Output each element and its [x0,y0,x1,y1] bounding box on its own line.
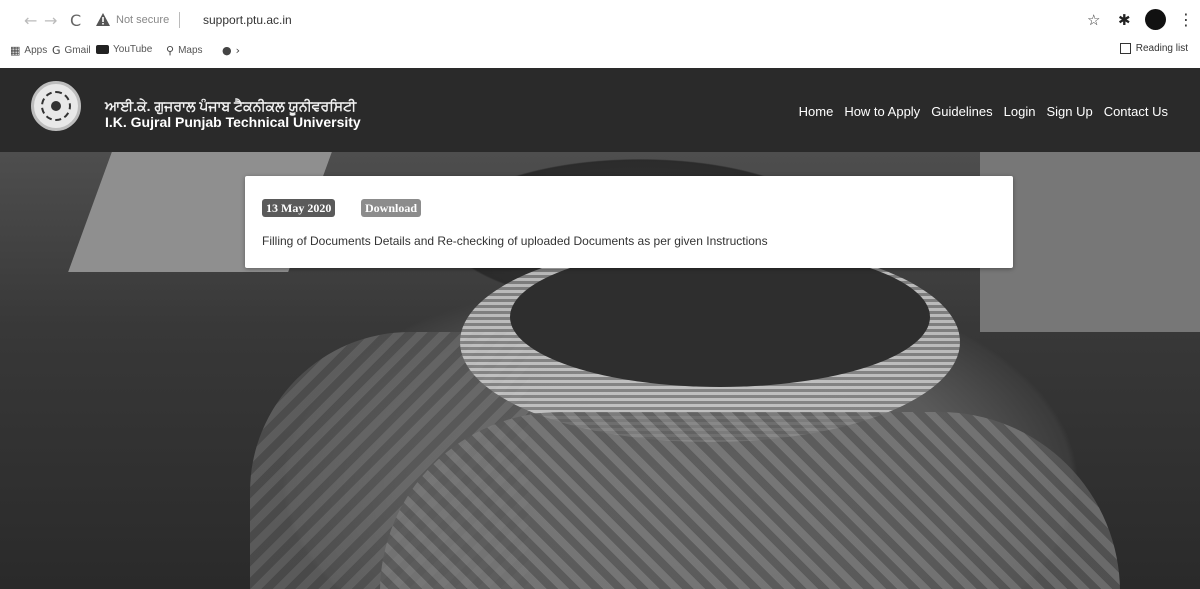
forward-arrow-icon[interactable]: → [44,11,57,30]
site-header: ਆਈ.ਕੇ. ਗੁਜਰਾਲ ਪੰਜਾਬ ਟੈਕਨੀਕਲ ਯੂਨੀਵਰਸਿਟੀ I… [0,68,1200,152]
bookmark-youtube-label: YouTube [113,44,153,55]
university-name-gurmukhi: ਆਈ.ਕੇ. ਗੁਜਰਾਲ ਪੰਜਾਬ ਟੈਕਨੀਕਲ ਯੂਨੀਵਰਸਿਟੀ [105,98,357,114]
notice-text: Filling of Documents Details and Re-chec… [262,234,768,248]
gmail-icon: G [52,44,61,57]
address-bar-row: ← → C Not secure support.ptu.ac.in ☆ ✱ ⋮ [0,6,1200,36]
address-separator [179,12,180,28]
extensions-puzzle-icon[interactable]: ✱ [1118,11,1131,29]
reading-list-label: Reading list [1135,43,1188,54]
nav-home[interactable]: Home [799,104,834,119]
back-arrow-icon[interactable]: ← [24,11,37,30]
more-chevron-icon: › [235,44,241,57]
bookmark-maps[interactable]: ⚲ Maps [166,44,203,57]
bookmarks-bar: ▦ Apps G Gmail YouTube ⚲ Maps ● › Readin… [0,40,1200,62]
url-field[interactable]: support.ptu.ac.in [203,13,292,27]
maps-pin-icon: ⚲ [166,44,175,57]
security-label[interactable]: Not secure [116,14,169,26]
bookmark-gmail-label: Gmail [64,45,91,56]
bookmark-star-icon[interactable]: ☆ [1087,11,1100,29]
nav-contact-us[interactable]: Contact Us [1104,104,1168,119]
nav-guidelines[interactable]: Guidelines [931,104,992,119]
nav-how-to-apply[interactable]: How to Apply [844,104,920,119]
university-name: I.K. Gujral Punjab Technical University [105,114,361,130]
apps-grid-icon: ▦ [10,44,21,57]
reload-icon[interactable]: C [70,11,81,30]
reading-list-button[interactable]: Reading list [1119,43,1188,54]
notice-card: 13 May 2020 Download Filling of Document… [245,176,1013,268]
main-nav: Home How to Apply Guidelines Login Sign … [799,104,1168,119]
bookmark-maps-label: Maps [178,45,203,56]
bookmark-more[interactable]: ● › [222,44,240,57]
nav-login[interactable]: Login [1004,104,1036,119]
notice-date-badge: 13 May 2020 [262,199,336,217]
hero-lawn-right [980,152,1200,332]
logo-core [51,101,61,111]
bookmark-apps-label: Apps [24,45,48,56]
reading-list-icon [1119,43,1131,54]
browser-menu-icon[interactable]: ⋮ [1178,10,1194,29]
globe-icon: ● [222,44,232,57]
hero-plaza [380,412,1120,589]
download-button[interactable]: Download [361,199,422,217]
browser-chrome: ← → C Not secure support.ptu.ac.in ☆ ✱ ⋮… [0,0,1200,68]
warning-icon[interactable] [96,13,110,26]
youtube-icon [96,45,109,54]
bookmark-gmail[interactable]: G Gmail [52,44,91,57]
university-logo[interactable] [31,81,81,131]
nav-sign-up[interactable]: Sign Up [1046,104,1092,119]
hero-building-roof [510,247,930,387]
bookmark-youtube[interactable]: YouTube [96,44,152,55]
bookmark-apps[interactable]: ▦ Apps [10,44,47,57]
profile-avatar[interactable] [1145,9,1166,30]
